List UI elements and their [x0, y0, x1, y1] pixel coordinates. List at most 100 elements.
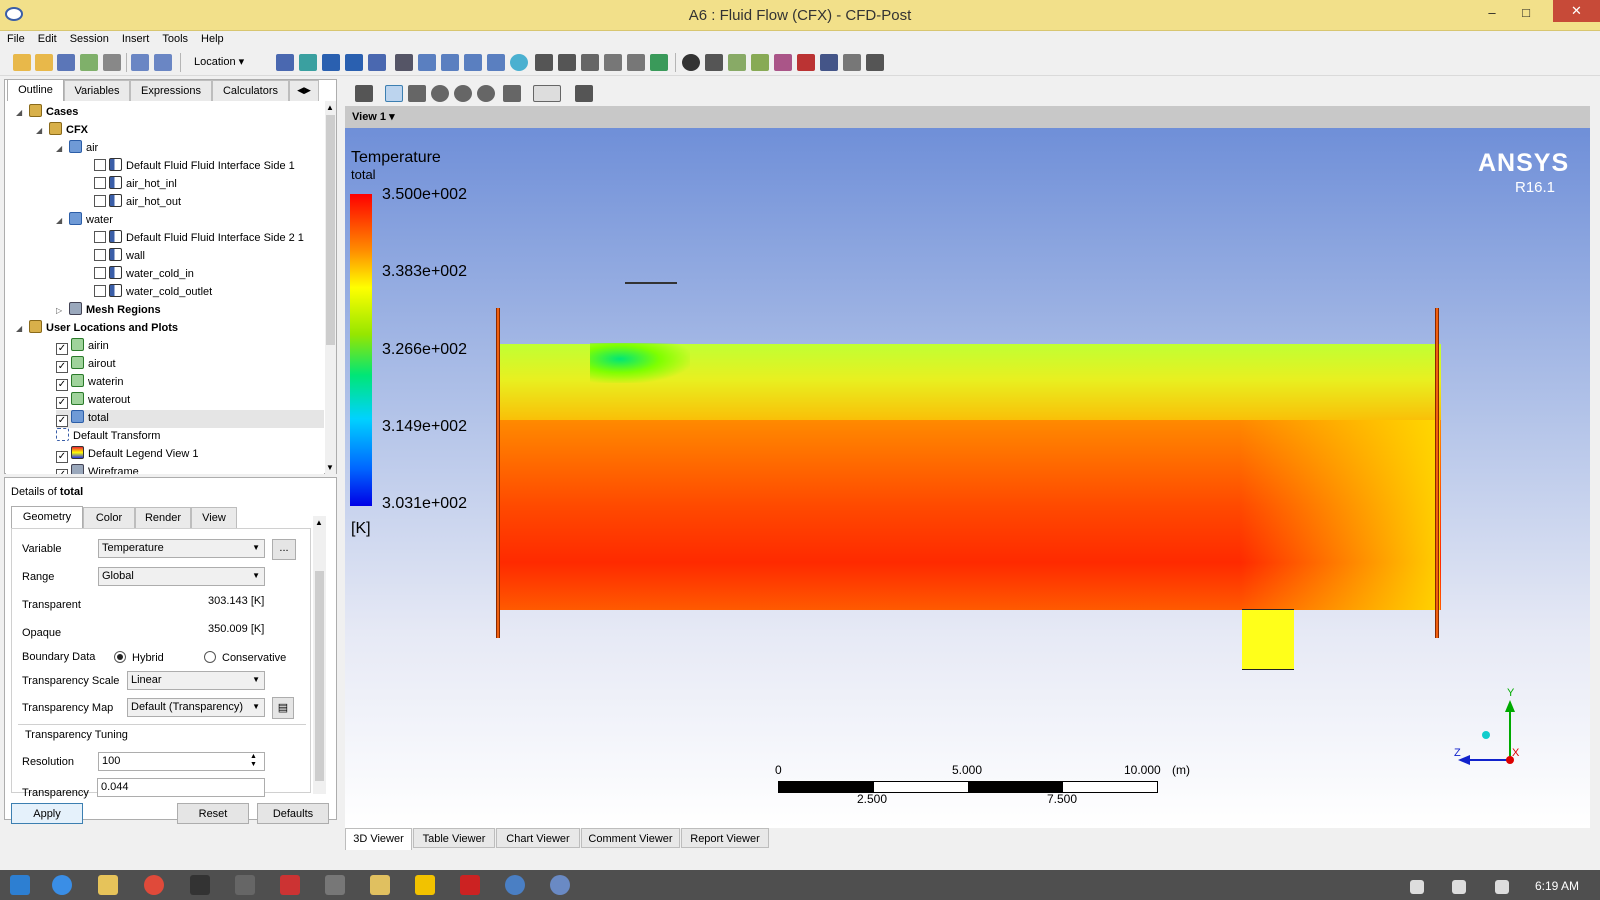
open-file-icon[interactable] — [35, 54, 53, 71]
tab-outline[interactable]: Outline — [7, 79, 64, 101]
visibility-checkbox[interactable] — [94, 159, 106, 171]
close-button[interactable]: ✕ — [1553, 0, 1600, 22]
legend-icon[interactable] — [441, 54, 459, 71]
apply-button[interactable]: Apply — [11, 803, 83, 824]
menu-help[interactable]: Help — [194, 31, 230, 45]
help-icon[interactable] — [575, 85, 593, 102]
tree-node-mesh-regions[interactable]: ▷ Mesh Regions — [56, 302, 161, 320]
menu-tools[interactable]: Tools — [155, 31, 194, 45]
tree-item-waterin[interactable]: ✓ waterin — [56, 374, 123, 392]
reload-icon[interactable] — [80, 54, 98, 71]
function-calculator-icon[interactable] — [774, 54, 792, 71]
app-icon[interactable] — [325, 875, 345, 895]
outline-scrollbar[interactable]: ▲ ▼ — [325, 101, 336, 474]
visibility-checkbox[interactable] — [94, 285, 106, 297]
transparency-map-select[interactable]: Default (Transparency) — [127, 698, 265, 717]
scroll-up-icon[interactable]: ▲ — [315, 518, 323, 527]
visibility-checkbox[interactable] — [94, 249, 106, 261]
command-editor-icon[interactable] — [866, 54, 884, 71]
zoom-icon[interactable] — [431, 85, 449, 102]
scroll-up-icon[interactable]: ▲ — [326, 103, 334, 112]
tree-item-waterout[interactable]: ✓ waterout — [56, 392, 130, 410]
tree-node-water[interactable]: ◢ water — [56, 212, 113, 230]
tree-item-airout[interactable]: ✓ airout — [56, 356, 116, 374]
tree-node-cases[interactable]: ◢ Cases — [16, 104, 78, 122]
tree-node-air[interactable]: ◢ air — [56, 140, 98, 158]
chart-icon[interactable] — [604, 54, 622, 71]
file-explorer-icon[interactable] — [98, 875, 118, 895]
color-map-icon[interactable] — [510, 54, 528, 71]
tab-chart-viewer[interactable]: Chart Viewer — [496, 828, 580, 848]
defaults-button[interactable]: Defaults — [257, 803, 329, 824]
spinner-arrows-icon[interactable]: ▲ ▼ — [250, 753, 257, 769]
conservative-radio[interactable]: Conservative — [204, 651, 286, 664]
scroll-thumb[interactable] — [326, 115, 335, 345]
visibility-checkbox[interactable]: ✓ — [56, 361, 68, 373]
ansys-workbench-icon[interactable] — [415, 875, 435, 895]
tree-item-water-cold-in[interactable]: water_cold_in — [94, 266, 194, 284]
visibility-checkbox[interactable] — [94, 195, 106, 207]
visibility-checkbox[interactable]: ✓ — [56, 343, 68, 355]
visibility-checkbox[interactable] — [94, 231, 106, 243]
edit-map-icon[interactable]: ▤ — [272, 697, 294, 719]
timestep-icon[interactable] — [682, 54, 700, 71]
tab-expressions[interactable]: Expressions — [130, 80, 212, 101]
fit-view-icon[interactable] — [503, 85, 521, 102]
minimize-button[interactable]: – — [1475, 2, 1509, 24]
visibility-checkbox[interactable]: ✓ — [56, 397, 68, 409]
save-state-icon[interactable] — [57, 54, 75, 71]
pan-icon[interactable] — [408, 85, 426, 102]
tree-item-air-interface[interactable]: Default Fluid Fluid Interface Side 1 — [94, 158, 295, 176]
volume-icon[interactable] — [1495, 880, 1509, 894]
maximize-button[interactable]: □ — [1509, 2, 1543, 24]
undo-icon[interactable] — [131, 54, 149, 71]
start-icon[interactable] — [10, 875, 30, 895]
transparency-input[interactable]: 0.044 — [97, 778, 265, 797]
tab-view[interactable]: View — [191, 507, 237, 528]
app-icon[interactable] — [235, 875, 255, 895]
tree-item-air-hot-out[interactable]: air_hot_out — [94, 194, 181, 212]
variable-select[interactable]: Temperature — [98, 539, 265, 558]
folder-app-icon[interactable] — [370, 875, 390, 895]
cfx-app-icon[interactable] — [505, 875, 525, 895]
tab-report-viewer[interactable]: Report Viewer — [681, 828, 769, 848]
network-icon[interactable] — [1452, 880, 1466, 894]
case-comparison-icon[interactable] — [843, 54, 861, 71]
probe-icon[interactable] — [751, 54, 769, 71]
table-icon[interactable] — [581, 54, 599, 71]
tab-3d-viewer[interactable]: 3D Viewer — [345, 828, 412, 850]
clock[interactable]: 6:19 AM — [1535, 879, 1579, 893]
select-icon[interactable] — [355, 85, 373, 102]
tree-node-user-locations[interactable]: ◢ User Locations and Plots — [16, 320, 178, 338]
tree-item-default-transform[interactable]: Default Transform — [56, 428, 160, 446]
tree-item-total[interactable]: ✓ total — [56, 410, 324, 428]
tree-item-water-cold-outlet[interactable]: water_cold_outlet — [94, 284, 212, 302]
tab-comment-viewer[interactable]: Comment Viewer — [581, 828, 680, 848]
visibility-checkbox[interactable]: ✓ — [56, 451, 68, 463]
contour-icon[interactable] — [299, 54, 317, 71]
expression-icon[interactable] — [558, 54, 576, 71]
tree-item-wireframe[interactable]: ✓Wireframe — [56, 464, 139, 474]
internet-explorer-icon[interactable] — [52, 875, 72, 895]
cfd-post-icon[interactable] — [550, 875, 570, 895]
range-select[interactable]: Global — [98, 567, 265, 586]
resolution-spinner[interactable]: 100 — [98, 752, 265, 771]
quick-editor-icon[interactable] — [728, 54, 746, 71]
mesh-calculator-icon[interactable] — [820, 54, 838, 71]
volume-rendering-icon[interactable] — [368, 54, 386, 71]
tab-calculators[interactable]: Calculators — [212, 80, 289, 101]
coordinate-frame-icon[interactable] — [418, 54, 436, 71]
streamline-icon[interactable] — [322, 54, 340, 71]
menu-insert[interactable]: Insert — [115, 31, 156, 45]
tree-item-water-interface[interactable]: Default Fluid Fluid Interface Side 2 1 — [94, 230, 304, 248]
text-icon[interactable] — [395, 54, 413, 71]
tab-color[interactable]: Color — [83, 507, 135, 528]
zoom-fit-icon[interactable] — [477, 85, 495, 102]
visibility-checkbox[interactable]: ✓ — [56, 469, 68, 474]
tab-variables[interactable]: Variables — [64, 80, 130, 101]
app-icon[interactable] — [280, 875, 300, 895]
figure-icon[interactable] — [650, 54, 668, 71]
tab-geometry[interactable]: Geometry — [11, 506, 83, 528]
animation-icon[interactable] — [705, 54, 723, 71]
viewport-layout-icon[interactable] — [533, 85, 561, 102]
